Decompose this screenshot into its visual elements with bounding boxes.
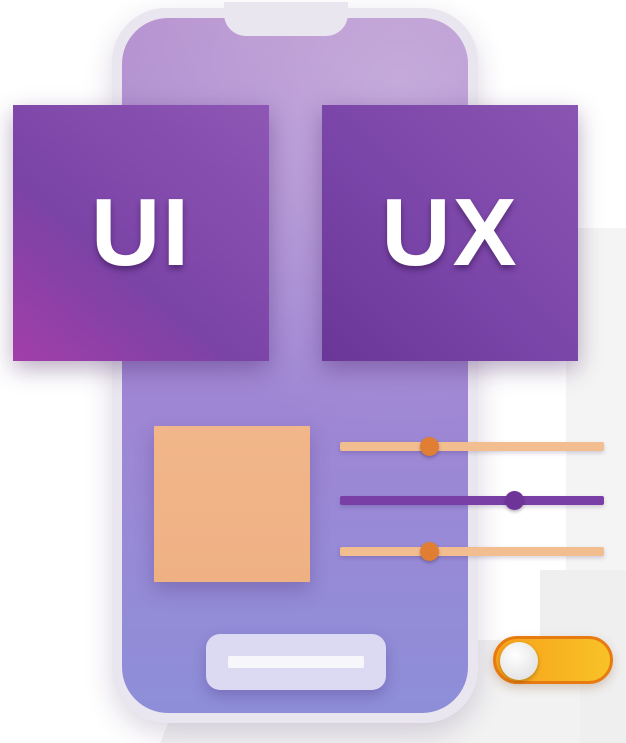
slider-3[interactable] xyxy=(340,542,604,561)
phone-notch xyxy=(224,2,348,36)
toggle-switch[interactable] xyxy=(493,636,613,684)
ui-tile-label: UI xyxy=(91,179,191,286)
ux-tile-label: UX xyxy=(381,179,519,286)
slider-1[interactable] xyxy=(340,437,604,456)
home-indicator-bar xyxy=(228,656,364,668)
toggle-knob[interactable] xyxy=(500,642,538,680)
ui-tile[interactable]: UI xyxy=(13,105,269,361)
image-placeholder-card xyxy=(154,426,310,582)
home-button[interactable] xyxy=(206,634,386,690)
ux-tile[interactable]: UX xyxy=(322,105,578,361)
slider-1-knob[interactable] xyxy=(420,437,439,456)
slider-2[interactable] xyxy=(340,491,604,510)
slider-3-knob[interactable] xyxy=(420,542,439,561)
slider-2-knob[interactable] xyxy=(505,491,524,510)
